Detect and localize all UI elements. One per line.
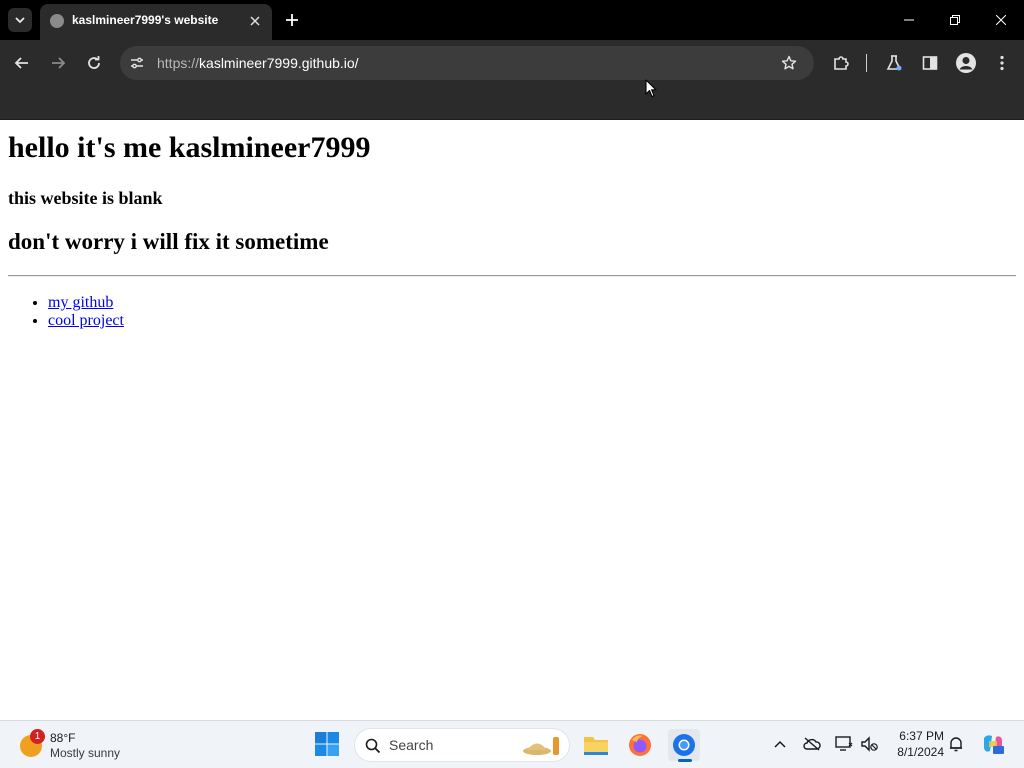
horizontal-rule [8, 275, 1016, 277]
weather-temperature: 88°F [50, 731, 76, 745]
list-item: my github [48, 294, 124, 312]
tab-search-button[interactable] [8, 8, 32, 32]
speaker-muted-icon [861, 736, 878, 752]
cloud-offline-icon [803, 737, 821, 751]
back-button[interactable] [9, 50, 35, 76]
page-subheading: this website is blank [8, 188, 163, 208]
bookmark-star-button[interactable] [778, 52, 800, 74]
chrome-icon [673, 734, 695, 756]
notification-badge: 1 [30, 729, 45, 744]
minimize-icon [904, 19, 914, 21]
menu-button[interactable] [989, 50, 1015, 76]
site-info-icon[interactable] [128, 54, 146, 72]
firefox-icon [629, 734, 651, 756]
search-placeholder: Search [389, 737, 434, 753]
toolbar-divider [866, 54, 867, 72]
labs-button[interactable] [881, 50, 907, 76]
star-icon [781, 55, 797, 70]
profile-button[interactable] [953, 50, 979, 76]
copilot-icon [984, 735, 1004, 754]
close-icon [996, 15, 1006, 25]
arrow-right-icon [52, 57, 66, 69]
url-scheme: https:// [157, 55, 200, 71]
github-link[interactable]: my github [48, 294, 113, 311]
taskbar-search-box[interactable]: Search [354, 728, 570, 762]
reload-icon [88, 56, 100, 69]
volume-button[interactable] [859, 733, 881, 755]
page-heading: hello it's me kaslmineer7999 [8, 131, 371, 164]
network-button[interactable] [833, 733, 855, 755]
page-note: don't worry i will fix it sometime [8, 229, 329, 254]
mouse-cursor-icon [645, 79, 657, 98]
system-clock[interactable]: 6:37 PM 8/1/2024 [888, 728, 944, 760]
minimize-button[interactable] [886, 0, 932, 40]
side-panel-button[interactable] [917, 50, 943, 76]
globe-icon [50, 14, 64, 28]
chrome-button[interactable] [668, 729, 700, 762]
reload-button[interactable] [81, 50, 107, 76]
show-hidden-icons-button[interactable] [769, 733, 791, 755]
chevron-up-icon [774, 740, 786, 748]
file-explorer-button[interactable] [580, 729, 612, 761]
active-indicator [678, 759, 692, 762]
plus-icon [286, 14, 298, 26]
folder-icon [584, 737, 608, 755]
search-icon [363, 736, 383, 756]
active-tab[interactable]: kaslmineer7999's website [40, 4, 272, 40]
side-panel-icon [922, 56, 938, 70]
forward-button[interactable] [45, 50, 71, 76]
url-host: kaslmineer7999.github.io/ [199, 55, 359, 71]
close-window-button[interactable] [978, 0, 1024, 40]
search-highlight-icon [523, 737, 559, 755]
link-list: my github cool project [48, 294, 124, 330]
more-vertical-icon [1000, 55, 1004, 71]
flask-icon [886, 55, 902, 71]
bell-icon [950, 737, 962, 752]
taskbar: 1 88°F Mostly sunny Search 6:37 PM 8/1/2… [0, 720, 1024, 768]
list-item: cool project [48, 312, 124, 330]
extensions-button[interactable] [828, 50, 854, 76]
firefox-button[interactable] [624, 729, 656, 761]
new-tab-button[interactable] [280, 8, 304, 32]
monitor-icon [835, 736, 853, 751]
cool-project-link[interactable]: cool project [48, 312, 124, 329]
onedrive-button[interactable] [801, 733, 823, 755]
weather-widget[interactable]: 1 88°F Mostly sunny [18, 727, 138, 763]
windows-start-icon[interactable] [314, 731, 340, 757]
tab-close-button[interactable] [246, 12, 264, 30]
tab-strip: kaslmineer7999's website [0, 0, 1024, 40]
chevron-down-icon [15, 17, 25, 24]
web-page: hello it's me kaslmineer7999 this websit… [0, 121, 1024, 720]
restore-button[interactable] [932, 0, 978, 40]
address-bar[interactable]: https://kaslmineer7999.github.io/ [120, 46, 814, 80]
close-icon [250, 16, 260, 26]
arrow-left-icon [14, 57, 28, 69]
tab-title: kaslmineer7999's website [72, 13, 219, 27]
bookmarks-bar [0, 86, 1024, 120]
copilot-button[interactable] [980, 731, 1006, 757]
puzzle-icon [834, 56, 849, 70]
avatar-icon [956, 53, 976, 73]
restore-icon [950, 15, 960, 25]
clock-date: 8/1/2024 [897, 745, 944, 759]
notifications-button[interactable] [945, 733, 967, 755]
url-text[interactable]: https://kaslmineer7999.github.io/ [157, 55, 359, 71]
weather-condition: Mostly sunny [50, 746, 121, 760]
browser-toolbar: https://kaslmineer7999.github.io/ [0, 40, 1024, 86]
clock-time: 6:37 PM [899, 729, 944, 743]
